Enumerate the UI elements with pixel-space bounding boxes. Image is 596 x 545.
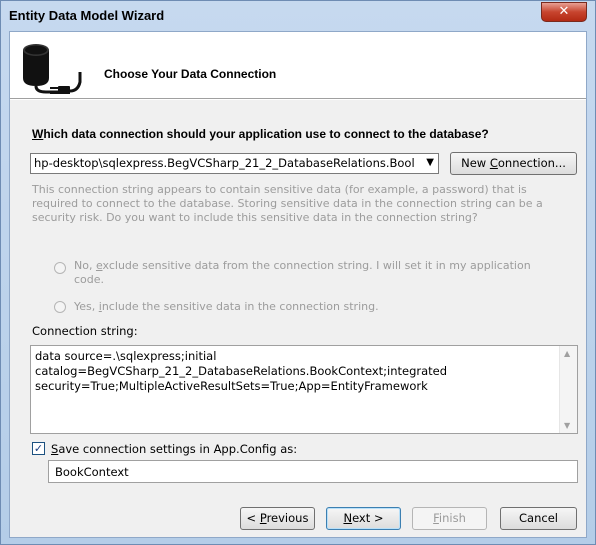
connection-string-scrollbar[interactable]: ▲ ▼ <box>559 346 577 433</box>
radio-exclude-accesskey: e <box>95 259 103 272</box>
connection-string-textarea[interactable]: data source=.\sqlexpress;initial catalog… <box>30 345 578 434</box>
dropdown-arrow-icon[interactable]: ▼ <box>426 157 434 168</box>
save-settings-text: ave connection settings in App.Config as… <box>58 442 298 456</box>
database-connection-icon <box>23 44 82 94</box>
previous-accesskey: P <box>259 511 267 525</box>
connection-string-label: Connection string: <box>32 324 138 338</box>
connection-question-label: Which data connection should your applic… <box>32 127 489 141</box>
checkmark-icon: ✓ <box>33 442 44 455</box>
wizard-header: Choose Your Data Connection <box>10 32 586 98</box>
finish-button[interactable]: Finish <box>412 507 487 530</box>
next-post: ext > <box>352 511 384 525</box>
wizard-client-area: Choose Your Data Connection Which data c… <box>9 31 587 538</box>
close-button[interactable]: ✕ <box>541 2 587 22</box>
question-text: hich data connection should your applica… <box>43 127 489 141</box>
radio-include-button[interactable] <box>54 301 66 313</box>
data-connection-dropdown[interactable]: hp-desktop\sqlexpress.BegVCSharp_21_2_Da… <box>30 153 439 174</box>
radio-exclude-line1: xclude sensitive data from the connectio… <box>102 259 531 272</box>
previous-post: revious <box>266 511 309 525</box>
window-title: Entity Data Model Wizard <box>9 8 165 23</box>
radio-exclude-pre: No, <box>74 259 96 272</box>
close-icon: ✕ <box>558 4 570 19</box>
save-settings-label[interactable]: Save connection settings in App.Config a… <box>51 442 297 456</box>
radio-include-label: Yes, include the sensitive data in the c… <box>74 300 379 314</box>
radio-include-pre: Yes, <box>74 300 99 313</box>
title-bar[interactable]: Entity Data Model Wizard ✕ <box>1 1 595 31</box>
scroll-down-icon[interactable]: ▼ <box>564 421 570 430</box>
finish-post: inish <box>438 511 466 525</box>
radio-exclude-button[interactable] <box>54 262 66 274</box>
wizard-content: Which data connection should your applic… <box>10 100 586 537</box>
new-connection-pre: New <box>461 156 490 170</box>
config-name-input[interactable] <box>49 461 577 483</box>
previous-pre: < <box>246 511 260 525</box>
new-connection-accesskey: C <box>489 156 498 170</box>
cancel-button[interactable]: Cancel <box>500 507 577 530</box>
previous-button[interactable]: < Previous <box>240 507 315 530</box>
scroll-up-icon[interactable]: ▲ <box>564 349 570 358</box>
next-button[interactable]: Next > <box>326 507 401 530</box>
wizard-window: Entity Data Model Wizard ✕ Choose Your D… <box>0 0 596 545</box>
next-accesskey: N <box>343 511 353 525</box>
save-settings-checkbox[interactable]: ✓ <box>32 442 45 455</box>
radio-exclude-label: No, exclude sensitive data from the conn… <box>74 259 531 287</box>
connection-string-value: data source=.\sqlexpress;initial catalog… <box>35 349 448 393</box>
question-accesskey: W <box>32 127 44 141</box>
config-name-field[interactable] <box>48 460 578 483</box>
data-connection-value: hp-desktop\sqlexpress.BegVCSharp_21_2_Da… <box>34 156 414 170</box>
sensitive-data-warning: This connection string appears to contai… <box>32 183 543 224</box>
radio-include-post: nclude the sensitive data in the connect… <box>101 300 379 313</box>
page-title: Choose Your Data Connection <box>104 67 277 81</box>
radio-exclude-line2: code. <box>74 273 105 286</box>
new-connection-button[interactable]: New Connection... <box>450 152 577 175</box>
new-connection-post: onnection... <box>497 156 566 170</box>
